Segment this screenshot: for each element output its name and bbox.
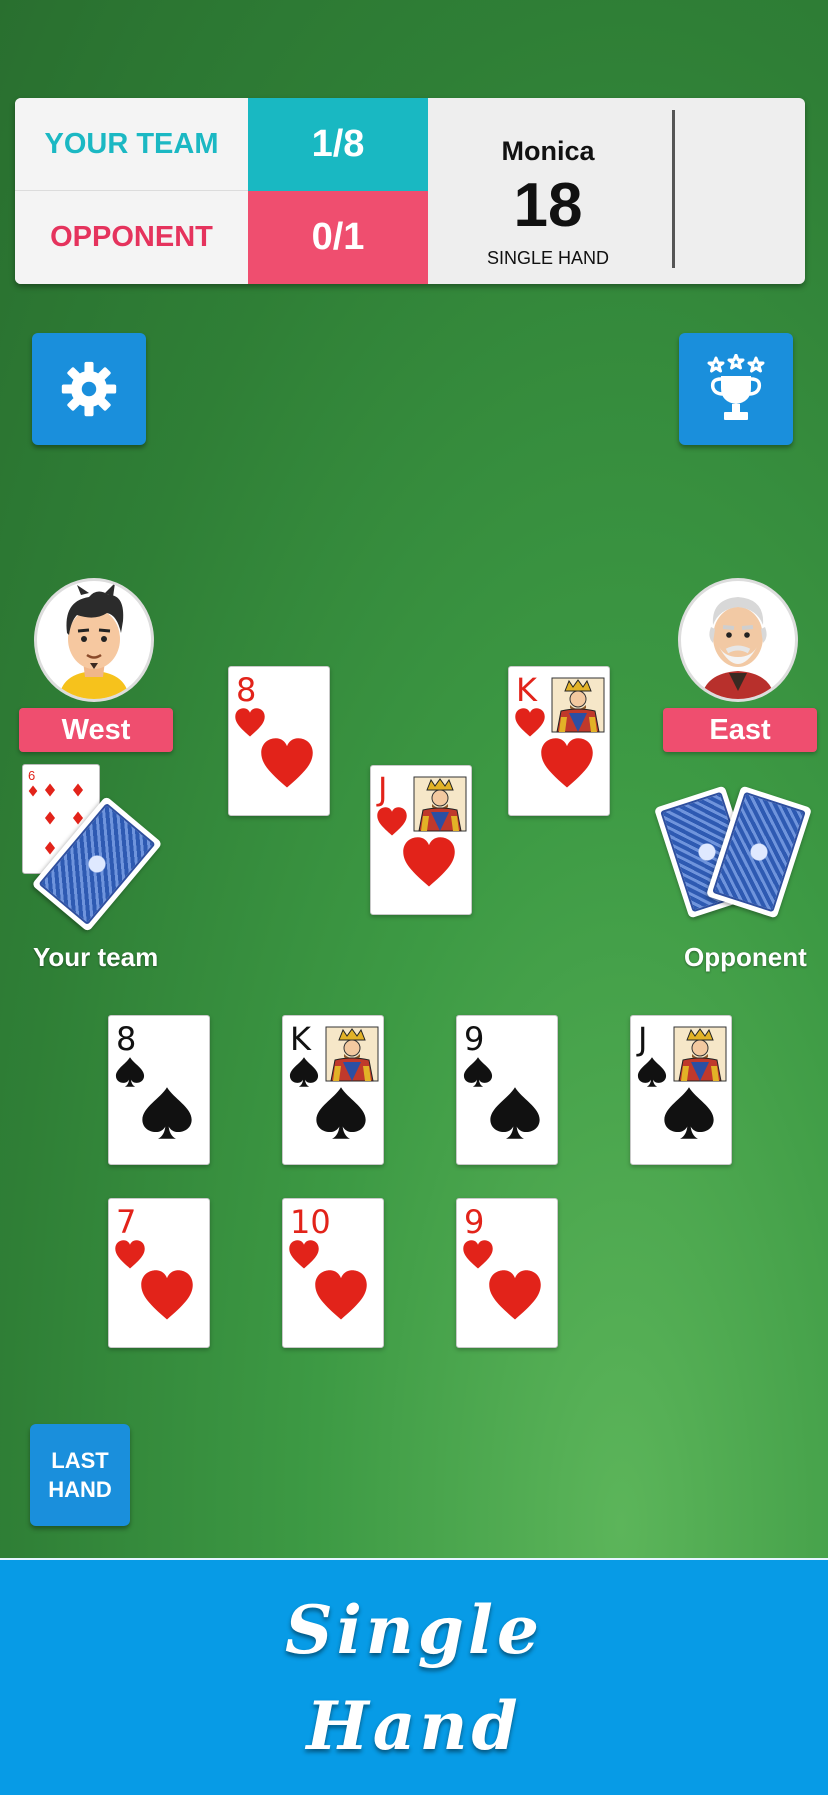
scoreboard-divider [672, 110, 675, 268]
spade-icon [142, 1087, 192, 1139]
east-avatar [678, 578, 798, 702]
last-hand-line1: LAST [51, 1448, 109, 1473]
heart-icon [541, 738, 593, 788]
gear-icon [61, 361, 117, 417]
opponent-pile-label: Opponent [684, 942, 807, 972]
card-rank: J [638, 1020, 648, 1058]
king-face-icon [325, 1026, 379, 1082]
west-name: West [61, 713, 131, 746]
hand-card[interactable]: 9 [456, 1198, 558, 1348]
young-man-avatar-icon [59, 583, 129, 699]
card-rank: 10 [290, 1203, 331, 1241]
west-avatar [34, 578, 154, 702]
heart-icon [489, 1270, 541, 1320]
hand-card[interactable]: J [630, 1015, 732, 1165]
heart-icon [141, 1270, 193, 1320]
banner-line2: Hand [306, 1686, 522, 1765]
hand-card[interactable]: 9 [456, 1015, 558, 1165]
trick-card-east: K [508, 666, 610, 816]
leaderboard-button[interactable] [679, 333, 793, 445]
trick-card-west: 8 [228, 666, 330, 816]
opponent-score: 0/1 [248, 191, 428, 284]
player-score-panel: Monica 18 SINGLE HAND [428, 98, 668, 284]
card-rank: K [290, 1020, 311, 1058]
player-name: Monica [501, 136, 595, 166]
scoreboard: YOUR TEAM 1/8 OPPONENT 0/1 Monica 18 SIN… [15, 98, 805, 284]
east-name-tag: East [663, 708, 817, 752]
your-team-label: YOUR TEAM [15, 98, 248, 191]
spade-icon [490, 1087, 540, 1139]
jack-face-icon [413, 776, 467, 832]
old-man-avatar-icon [701, 597, 775, 699]
banner-line1: Single [285, 1590, 543, 1669]
spade-icon [316, 1087, 366, 1139]
opponent-label: OPPONENT [15, 191, 248, 284]
hand-card[interactable]: K [282, 1015, 384, 1165]
jack-face-icon [673, 1026, 727, 1082]
trophy-stars-icon [707, 354, 765, 420]
west-name-tag: West [19, 708, 173, 752]
spade-icon [664, 1087, 714, 1139]
card-rank: 7 [116, 1203, 137, 1241]
hand-card[interactable]: 10 [282, 1198, 384, 1348]
king-face-icon [551, 677, 605, 733]
heart-icon [315, 1270, 367, 1320]
settings-button[interactable] [32, 333, 146, 445]
hand-card[interactable]: 8 [108, 1015, 210, 1165]
player-points: 18 [513, 171, 583, 240]
game-mode: SINGLE HAND [486, 248, 610, 268]
heart-icon [261, 738, 313, 788]
card-rank: 8 [116, 1020, 137, 1058]
card-rank: 9 [464, 1203, 485, 1241]
mode-banner: Single Hand [0, 1558, 828, 1795]
heart-icon [403, 837, 455, 887]
card-rank: K [516, 671, 537, 709]
last-hand-button[interactable]: LAST HAND [30, 1424, 130, 1526]
trick-card-north: J [370, 765, 472, 915]
card-rank: 9 [464, 1020, 485, 1058]
east-name: East [709, 713, 771, 746]
hand-card[interactable]: 7 [108, 1198, 210, 1348]
card-rank: 8 [236, 671, 257, 709]
last-hand-line2: HAND [48, 1477, 112, 1502]
your-team-pile-label: Your team [33, 942, 159, 972]
card-rank: J [378, 770, 388, 808]
your-team-score: 1/8 [248, 98, 428, 191]
